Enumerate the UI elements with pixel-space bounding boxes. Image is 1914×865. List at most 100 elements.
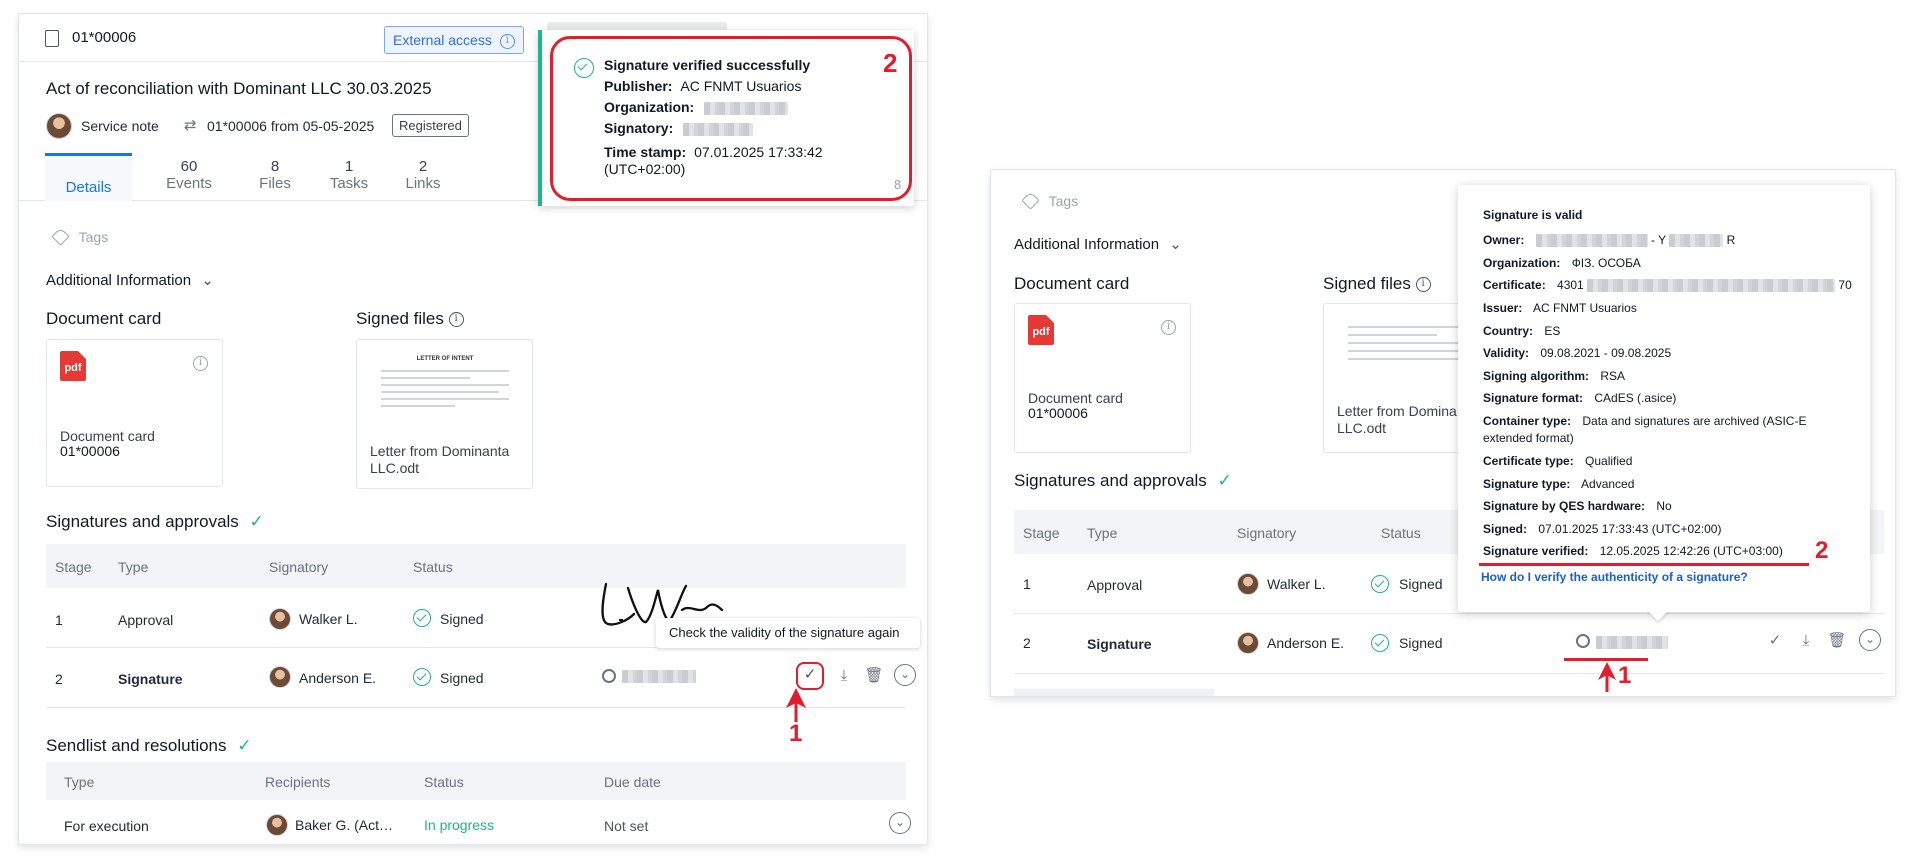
tab-links[interactable]: 2 Links [393,153,453,192]
row-status: Signed [440,611,484,627]
col-type: Type [1087,525,1118,541]
signatures-heading-label: Signatures and approvals [1014,471,1207,490]
arrow-annotation-1 [1598,662,1616,692]
verify-check-button[interactable]: ✓ [1764,630,1786,652]
table-row[interactable]: 2 Signature Anderson E. Signed ✓ ⤓ 🗑 ⌄ [1014,614,1884,674]
tab-count: 60 [180,158,198,175]
owner-label: Owner: [1483,233,1525,247]
trash-icon[interactable]: 🗑 [1826,630,1848,652]
row-status: Signed [440,670,484,686]
tags-button[interactable]: Tags [51,227,108,246]
help-link[interactable]: How do I verify the authenticity of a si… [1481,570,1748,584]
signed-files-heading: Signed files i [356,309,464,329]
validity-country: Country: ES [1483,324,1560,338]
tab-count: 1 [344,158,354,175]
verified-value: 12.05.2025 12:42:26 (UTC+03:00) [1599,544,1783,558]
redacted-owner [1535,234,1648,248]
doc-card-name: Document card [60,428,155,444]
qes-label: Signature by QES hardware: [1483,499,1646,513]
additional-info-toggle[interactable]: Additional Information ⌄ [1014,235,1182,253]
verify-check-button[interactable]: ✓ [796,662,824,690]
col-status: Status [413,559,453,575]
popup-organization: Organization: [604,99,789,116]
col-stage: Stage [55,559,92,575]
signed-check-icon [1371,575,1389,593]
certificate-label: Certificate: [1483,278,1546,292]
chevron-down-circle-icon[interactable]: ⌄ [894,664,916,686]
download-icon[interactable]: ⤓ [1795,630,1817,652]
doc-type: Service note [81,118,159,134]
avatar [269,608,291,630]
chevron-down-circle-icon[interactable]: ⌄ [889,812,911,834]
row-signatory: Walker L. [299,611,358,627]
chevron-down-circle-icon[interactable]: ⌄ [1859,629,1881,651]
validity-title: Signature is valid [1483,208,1583,222]
info-icon[interactable]: i [193,356,208,371]
thumbnail-title: LETTER OF INTENT [416,356,474,362]
tab-events[interactable]: 60 Events [149,153,229,192]
country-value: ES [1544,324,1561,338]
tag-icon [1021,191,1040,210]
doc-number: 01*00006 from 05-05-2025 [207,118,375,134]
row-type: Signature [1087,636,1152,652]
table-row[interactable]: 2 Signature Anderson E. Signed ✓ ⤓ 🗑 ⌄ [46,648,916,708]
timestamp-value: 07.01.2025 17:33:42 [694,144,823,160]
download-icon[interactable]: ⤓ [833,665,855,687]
signatures-heading-label: Signatures and approvals [46,512,239,531]
issuer-value: AC FNMT Usuarios [1533,301,1637,315]
additional-info-toggle[interactable]: Additional Information ⌄ [46,271,214,289]
signed-files-label: Signed files [356,309,444,328]
popup-timezone: (UTC+02:00) [604,161,686,177]
redacted-organization [704,101,789,115]
external-access-button[interactable]: External access i [384,26,524,54]
redacted-certificate-number [1587,279,1836,293]
info-icon: i [448,312,464,328]
col-stage: Stage [1023,525,1060,541]
tag-icon [51,227,70,246]
annotation-marker-1: 1 [1618,662,1632,689]
doc-card-name: Document card [1028,390,1123,406]
validity-cert-type: Certificate type: Qualified [1483,454,1632,468]
col-type: Type [118,559,149,575]
tab-label: Files [259,175,291,192]
check-icon: ✓ [1217,471,1232,490]
redacted-signatory [683,122,754,136]
info-icon[interactable]: i [1161,320,1176,335]
trash-icon[interactable]: 🗑 [863,665,885,687]
validity-format: Signature format: CAdES (.asice) [1483,391,1676,405]
popup-publisher: Publisher: AC FNMT Usuarios [604,78,801,95]
cert-type-label: Certificate type: [1483,454,1574,468]
signed-file-name: Letter from Domina LLC.odt [1337,403,1457,436]
signatures-heading: Signatures and approvals ✓ [46,512,264,532]
tab-tasks[interactable]: 1 Tasks [319,153,379,192]
publisher-label: Publisher: [604,78,673,94]
additional-info-label: Additional Information [46,272,192,289]
owner-end: R [1726,233,1736,247]
cert-type-value: Qualified [1585,454,1633,468]
validity-organization: Organization: ФІЗ. ОСОБА [1483,256,1641,270]
col-signatory: Signatory [1237,525,1297,541]
document-card-tile[interactable]: pdf i Document card 01*00006 [46,339,223,487]
check-icon: ✓ [249,512,264,531]
container-label: Container type: [1483,414,1572,428]
pdf-icon: pdf [1028,315,1054,345]
row-signatory: Anderson E. [299,670,377,686]
arrow-annotation-1 [786,688,806,722]
qes-value: No [1656,499,1672,513]
certificate-seal-icon[interactable] [1576,634,1590,648]
table-row[interactable]: For execution Baker G. (Act… In progress… [46,800,911,844]
tab-files[interactable]: 8 Files [245,153,305,192]
col-status: Status [424,774,464,790]
verification-popup: Signature verified successfully Publishe… [538,30,914,206]
validity-certificate: Certificate: 4301 70 [1483,278,1852,293]
tags-button[interactable]: Tags [1021,191,1078,210]
tab-details[interactable]: Details [45,153,132,201]
chevron-down-icon: ⌄ [201,272,214,289]
doc-card-number: 01*00006 [60,443,120,459]
timestamp-label: Time stamp: [604,144,687,160]
avatar [269,666,291,688]
document-card-tile[interactable]: pdf i Document card 01*00006 [1014,303,1191,453]
certificate-seal-icon [602,669,616,683]
validity-value: 09.08.2021 - 09.08.2025 [1540,346,1672,360]
signed-file-tile[interactable]: LETTER OF INTENT Letter from Dominanta L… [356,339,533,489]
